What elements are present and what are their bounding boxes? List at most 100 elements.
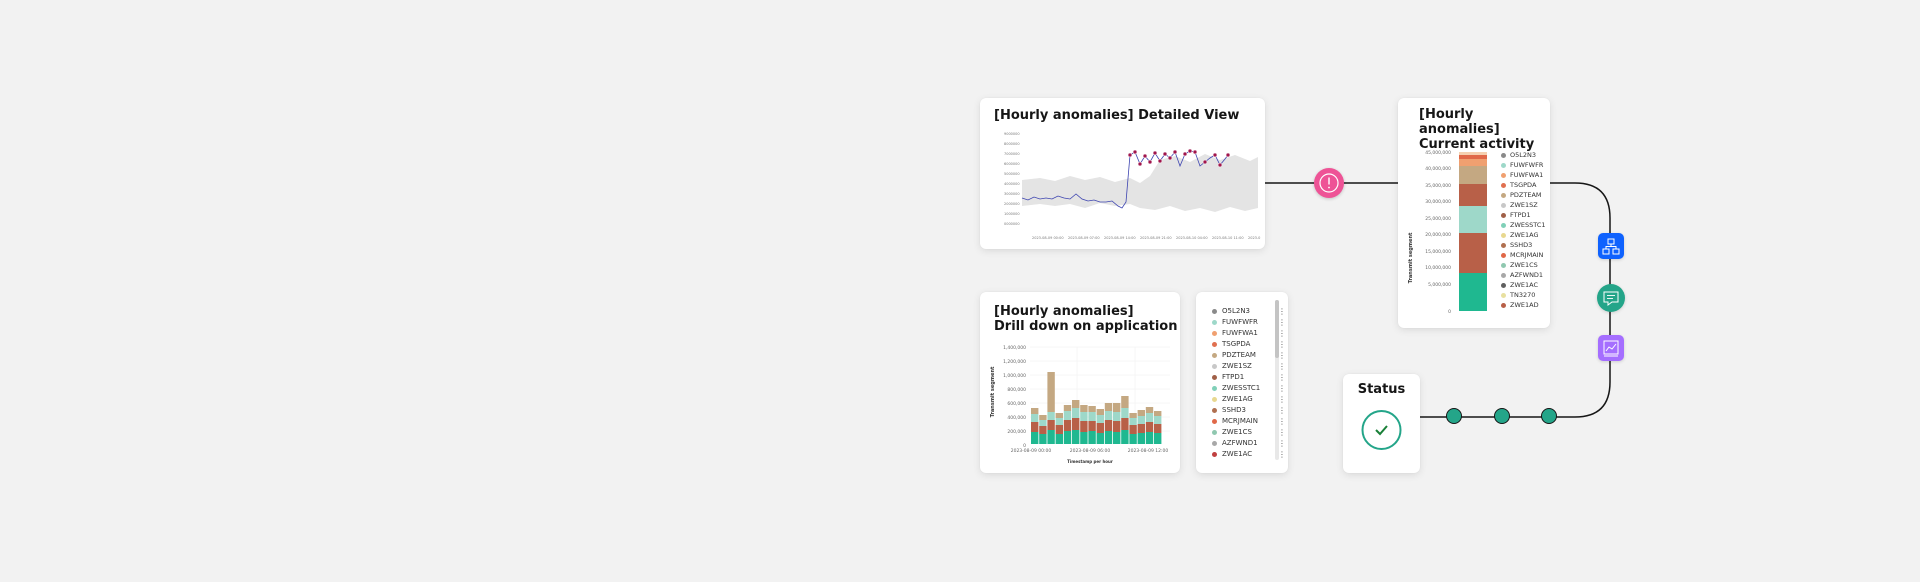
y-tick: 9000000 xyxy=(1004,132,1020,136)
bar-segment xyxy=(1104,420,1113,431)
overflow-menu-icon[interactable]: ⋮ xyxy=(1278,317,1286,328)
pipeline-step[interactable] xyxy=(1494,408,1510,424)
legend-swatch xyxy=(1501,252,1506,258)
status-indicator xyxy=(1361,410,1402,450)
bar-segment xyxy=(1080,421,1088,432)
legend-list-item[interactable]: MCRJMAIN ⋮ xyxy=(1212,416,1286,427)
current-activity-card[interactable]: [Hourly anomalies] Current activity Tran… xyxy=(1398,98,1550,328)
legend-list-item[interactable]: FUWFWFR ⋮ xyxy=(1212,317,1286,328)
legend-item[interactable]: ZWE1CS xyxy=(1501,260,1538,270)
detailed-view-card[interactable]: [Hourly anomalies] Detailed View 9000000… xyxy=(980,98,1265,249)
bar-segment xyxy=(1072,408,1080,418)
overflow-menu-icon[interactable]: ⋮ xyxy=(1278,405,1286,416)
legend-list-item[interactable]: O5L2N3 ⋮ xyxy=(1212,306,1286,317)
hierarchy-node[interactable] xyxy=(1598,233,1624,259)
status-card[interactable]: Status xyxy=(1343,374,1420,473)
legend-list-item[interactable]: ZWESSTC1 ⋮ xyxy=(1212,383,1286,394)
legend-swatch xyxy=(1212,441,1217,446)
x-tick: 2023-08-09 14:00 xyxy=(1104,236,1136,240)
legend-list-item[interactable]: TSGPDA ⋮ xyxy=(1212,339,1286,350)
overflow-menu-icon[interactable]: ⋮ xyxy=(1278,328,1286,339)
bar-segment xyxy=(1063,411,1072,420)
chat-node[interactable] xyxy=(1597,284,1625,312)
pipeline-step[interactable] xyxy=(1446,408,1462,424)
bar-segment xyxy=(1459,166,1487,184)
legend-swatch xyxy=(1212,331,1217,336)
overflow-menu-icon[interactable]: ⋮ xyxy=(1278,372,1286,383)
drill-down-card[interactable]: [Hourly anomalies] Drill down on applica… xyxy=(980,292,1180,473)
y-tick: 1,000,000 xyxy=(1003,373,1026,379)
legend-swatch xyxy=(1212,364,1217,369)
bar-segment xyxy=(1104,403,1113,411)
legend-list-item[interactable]: AZFWND1 ⋮ xyxy=(1212,438,1286,449)
legend-swatch xyxy=(1212,342,1217,347)
warning-alert-icon xyxy=(1319,173,1339,193)
overflow-menu-icon[interactable]: ⋮ xyxy=(1278,383,1286,394)
bar-segment xyxy=(1096,433,1104,444)
legend-item[interactable]: ZWE1SZ xyxy=(1501,200,1538,210)
legend-list-item[interactable]: ZWE1CS ⋮ xyxy=(1212,427,1286,438)
x-tick: 2023-08-09 00:00 xyxy=(1032,236,1064,240)
legend-swatch xyxy=(1212,320,1217,325)
legend-item[interactable]: TSGPDA xyxy=(1501,180,1536,190)
bar-segment xyxy=(1113,421,1121,432)
alert-node[interactable] xyxy=(1314,168,1344,198)
y-tick: 200,000 xyxy=(1007,429,1026,435)
overflow-menu-icon[interactable]: ⋮ xyxy=(1278,361,1286,372)
legend-swatch xyxy=(1212,419,1217,424)
bar-segment xyxy=(1039,434,1047,444)
x-tick: 2023-08-10 04:00 xyxy=(1176,236,1208,240)
legend-item[interactable]: FUWFWA1 xyxy=(1501,170,1543,180)
legend-list-item[interactable]: PDZTEAM ⋮ xyxy=(1212,350,1286,361)
legend-item[interactable]: SSHD3 xyxy=(1501,240,1532,250)
legend-item[interactable]: ZWE1AD xyxy=(1501,300,1539,310)
chat-message-icon xyxy=(1603,291,1619,306)
drill-ylabel: Transmit segment xyxy=(990,366,996,417)
bar-segment xyxy=(1080,432,1088,444)
x-tick: 2023-08-09 21:00 xyxy=(1140,236,1172,240)
pipeline-step[interactable] xyxy=(1541,408,1557,424)
legend-item[interactable]: O5L2N3 xyxy=(1501,150,1536,160)
legend-list-item[interactable]: ZWE1AC ⋮ xyxy=(1212,449,1286,460)
drill-bars xyxy=(1031,372,1162,444)
bar-segment xyxy=(1459,233,1487,273)
detailed-x-ticks: 2023-08-09 00:00 2023-08-09 07:00 2023-0… xyxy=(1032,236,1260,240)
y-tick: 25,000,000 xyxy=(1425,216,1451,222)
bar-segment xyxy=(1129,434,1137,444)
overflow-menu-icon[interactable]: ⋮ xyxy=(1278,339,1286,350)
legend-list-item[interactable]: ZWE1SZ ⋮ xyxy=(1212,361,1286,372)
legend-item[interactable]: AZFWND1 xyxy=(1501,270,1543,280)
overflow-menu-icon[interactable]: ⋮ xyxy=(1278,394,1286,405)
overflow-menu-icon[interactable]: ⋮ xyxy=(1278,306,1286,317)
overflow-menu-icon[interactable]: ⋮ xyxy=(1278,449,1286,460)
legend-item[interactable]: FUWFWFR xyxy=(1501,160,1543,170)
legend-list-item[interactable]: FTPD1 ⋮ xyxy=(1212,372,1286,383)
legend-list-card[interactable]: O5L2N3 ⋮ FUWFWFR ⋮ FUWFWA1 ⋮ TSGPDA ⋮ PDZTEA… xyxy=(1196,292,1288,473)
legend-list-item[interactable]: FUWFWA1 ⋮ xyxy=(1212,328,1286,339)
legend-item[interactable]: MCRJMAIN xyxy=(1501,250,1543,260)
bar-segment xyxy=(1121,408,1129,418)
legend-item[interactable]: ZWE1AG xyxy=(1501,230,1539,240)
y-tick: 20,000,000 xyxy=(1425,232,1451,238)
legend-item[interactable]: ZWE1AC xyxy=(1501,280,1538,290)
legend-swatch xyxy=(1501,292,1506,298)
bar-segment xyxy=(1145,407,1154,413)
legend-list-item[interactable]: ZWE1AG ⋮ xyxy=(1212,394,1286,405)
bar-segment xyxy=(1088,406,1096,412)
overflow-menu-icon[interactable]: ⋮ xyxy=(1278,350,1286,361)
legend-item[interactable]: ZWESSTC1 xyxy=(1501,220,1546,230)
chart-node[interactable] xyxy=(1598,335,1624,361)
legend-list-item[interactable]: SSHD3 ⋮ xyxy=(1212,405,1286,416)
y-tick: 600,000 xyxy=(1007,401,1026,407)
legend-item[interactable]: FTPD1 xyxy=(1501,210,1531,220)
x-tick: 2023-08-10 11:00 xyxy=(1212,236,1244,240)
legend-item[interactable]: PDZTEAM xyxy=(1501,190,1542,200)
bar-segment xyxy=(1459,159,1487,166)
y-tick: 8000000 xyxy=(1004,142,1020,146)
overflow-menu-icon[interactable]: ⋮ xyxy=(1278,438,1286,449)
overflow-menu-icon[interactable]: ⋮ xyxy=(1278,427,1286,438)
overflow-menu-icon[interactable]: ⋮ xyxy=(1278,416,1286,427)
bar-segment xyxy=(1055,418,1063,425)
bar-segment xyxy=(1129,418,1137,425)
legend-item[interactable]: TN3270 xyxy=(1501,290,1535,300)
